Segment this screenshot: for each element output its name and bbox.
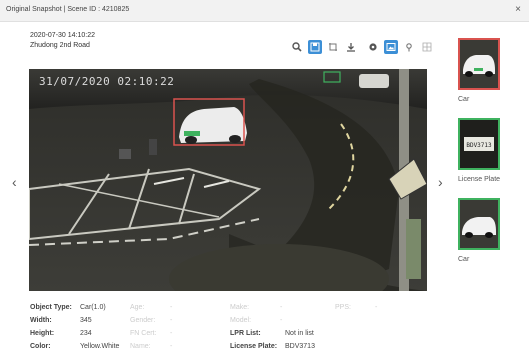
next-arrow-icon[interactable]: ›: [438, 174, 443, 190]
snapshot-meta: 2020-07-30 14:10:22 Zhudong 2nd Road: [30, 31, 95, 51]
toolbar-group-1: [290, 40, 358, 54]
pps-value: -: [375, 304, 378, 311]
color-value: Yellow.White: [80, 343, 120, 350]
osd-timestamp: 31/07/2020 02:10:22: [39, 75, 175, 88]
plate-text: BDV3713: [466, 142, 492, 149]
download-icon[interactable]: [344, 40, 358, 54]
search-icon[interactable]: [290, 40, 304, 54]
thumbnail-license-plate[interactable]: BDV3713: [458, 118, 500, 170]
lpr-list-value: Not in list: [285, 330, 314, 337]
crop-icon[interactable]: [326, 40, 340, 54]
pps-label: PPS:: [335, 304, 351, 311]
make-value: -: [280, 304, 283, 311]
model-value: -: [280, 317, 283, 324]
age-value: -: [170, 304, 173, 311]
previous-arrow-icon[interactable]: ‹: [12, 174, 17, 190]
save-icon[interactable]: [308, 40, 322, 54]
title-bar: Original Snapshot | Scene ID : 4210825 ×: [0, 0, 529, 22]
window-title: Original Snapshot | Scene ID : 4210825: [6, 6, 130, 13]
settings-icon[interactable]: [366, 40, 380, 54]
thumbnail-caption-car-2: Car: [458, 256, 470, 263]
gender-value: -: [170, 317, 173, 324]
age-label: Age:: [130, 304, 145, 311]
close-icon[interactable]: ×: [515, 4, 521, 15]
fn-cert-value: -: [170, 330, 173, 337]
thumbnail-car-1[interactable]: [458, 38, 500, 90]
snapshot-location: Zhudong 2nd Road: [30, 42, 90, 49]
height-label: Height:: [30, 330, 55, 337]
image-icon[interactable]: [384, 40, 398, 54]
height-value: 234: [80, 330, 92, 337]
thumbnail-car-2[interactable]: [458, 198, 500, 250]
gender-label: Gender:: [130, 317, 156, 324]
pin-icon[interactable]: [402, 40, 416, 54]
grid-icon[interactable]: [420, 40, 434, 54]
color-label: Color:: [30, 343, 51, 350]
license-plate-label: License Plate:: [230, 343, 278, 350]
thumbnail-caption-license-plate: License Plate: [458, 176, 501, 183]
object-type-label: Object Type:: [30, 304, 72, 311]
snapshot-image: 31/07/2020 02:10:22: [29, 69, 427, 291]
width-value: 345: [80, 317, 92, 324]
scene-illustration: [29, 69, 427, 291]
fn-cert-label: FN Cert:: [130, 330, 157, 337]
object-type-value: Car(1.0): [80, 304, 106, 311]
name-label: Name:: [130, 343, 151, 350]
thumbnail-caption-car-1: Car: [458, 96, 470, 103]
license-plate-value: BDV3713: [285, 343, 315, 350]
width-label: Width:: [30, 317, 52, 324]
make-label: Make:: [230, 304, 250, 311]
lpr-list-label: LPR List:: [230, 330, 261, 337]
snapshot-datetime: 2020-07-30 14:10:22: [30, 32, 95, 39]
name-value: -: [170, 343, 173, 350]
toolbar-group-2: [366, 40, 434, 54]
model-label: Model:: [230, 317, 252, 324]
